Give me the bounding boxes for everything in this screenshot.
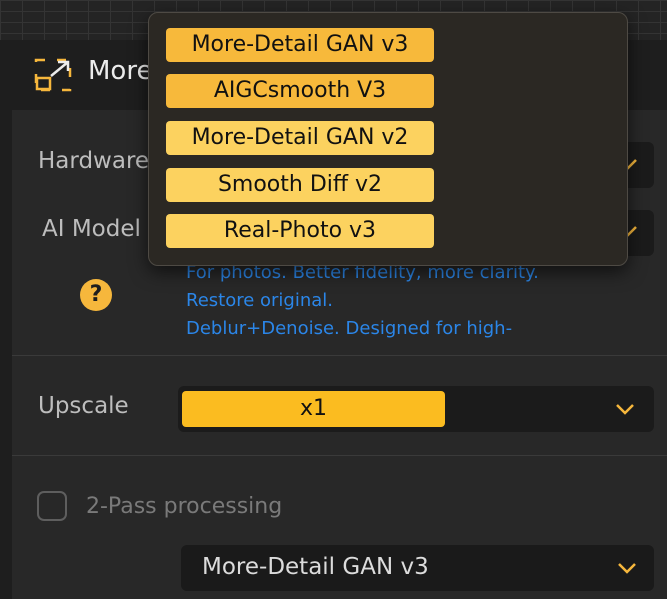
dropdown-option-more-detail-gan-v2[interactable]: More-Detail GAN v2 xyxy=(166,121,434,155)
second-pass-model-value: More-Detail GAN v3 xyxy=(202,554,429,580)
chevron-down-icon xyxy=(616,404,634,415)
ai-model-label: AI Model xyxy=(42,216,141,242)
two-pass-label: 2-Pass processing xyxy=(86,494,283,519)
section-title: More xyxy=(88,56,153,86)
help-question-icon[interactable]: ? xyxy=(80,279,112,311)
dropdown-option-aigcsmooth-v3[interactable]: AIGCsmooth V3 xyxy=(166,74,434,108)
divider xyxy=(12,455,667,456)
model-description-line: Restore original. xyxy=(186,290,334,311)
upscale-value: x1 xyxy=(182,391,445,427)
resize-expand-icon xyxy=(34,58,72,92)
dropdown-option-more-detail-gan-v3[interactable]: More-Detail GAN v3 xyxy=(166,28,434,62)
two-pass-checkbox[interactable] xyxy=(37,491,67,521)
divider xyxy=(12,355,667,356)
dropdown-option-smooth-diff-v2[interactable]: Smooth Diff v2 xyxy=(166,168,434,202)
upscale-label: Upscale xyxy=(38,393,129,419)
chevron-down-icon xyxy=(618,563,636,574)
model-description-line: Deblur+Denoise. Designed for high- xyxy=(186,318,513,339)
dropdown-option-real-photo-v3[interactable]: Real-Photo v3 xyxy=(166,214,434,248)
model-dropdown-menu: More-Detail GAN v3 AIGCsmooth V3 More-De… xyxy=(148,12,628,266)
hardware-label: Hardware xyxy=(38,148,150,174)
